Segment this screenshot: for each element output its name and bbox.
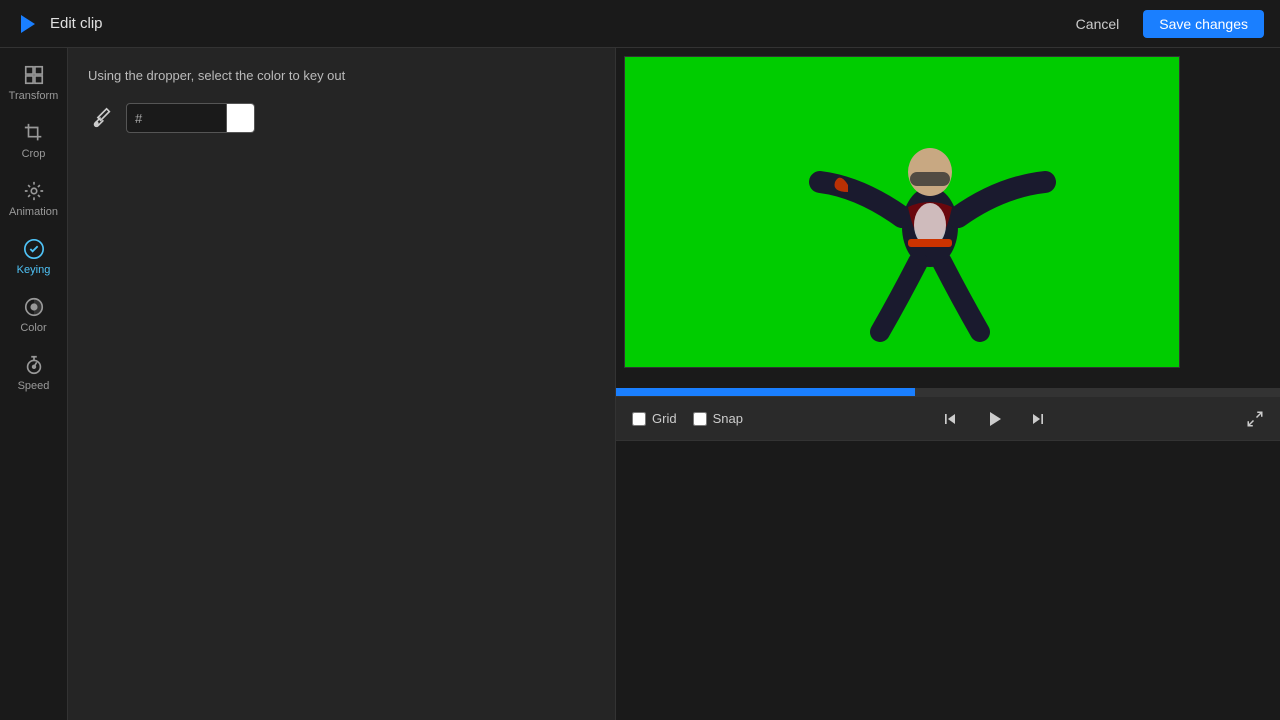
keying-icon	[23, 238, 45, 260]
person-figure	[790, 77, 1070, 357]
sidebar-label-transform: Transform	[9, 90, 59, 102]
skip-start-icon	[940, 409, 960, 429]
play-button[interactable]	[978, 403, 1010, 435]
keying-panel: Using the dropper, select the color to k…	[68, 48, 616, 720]
grid-label: Grid	[652, 411, 677, 426]
timeline-bar[interactable]	[616, 388, 1280, 396]
play-icon	[982, 407, 1006, 431]
skip-end-icon	[1028, 409, 1048, 429]
sidebar-item-crop[interactable]: Crop	[4, 114, 64, 168]
speed-icon	[23, 354, 45, 376]
header-actions: Cancel Save changes	[1062, 10, 1264, 38]
snap-checkbox[interactable]	[693, 412, 707, 426]
cancel-button[interactable]: Cancel	[1062, 10, 1134, 38]
color-icon	[23, 296, 45, 318]
bottom-area	[616, 440, 1280, 720]
grid-checkbox-label[interactable]: Grid	[632, 411, 677, 426]
sidebar-label-keying: Keying	[17, 264, 51, 276]
sidebar-item-transform[interactable]: Transform	[4, 56, 64, 110]
sidebar-label-speed: Speed	[18, 380, 50, 392]
color-hex-input[interactable]	[146, 107, 226, 130]
sidebar-label-crop: Crop	[22, 148, 46, 160]
main-layout: Transform Crop Animation Keying	[0, 48, 1280, 720]
color-swatch[interactable]	[226, 104, 254, 132]
header: Edit clip Cancel Save changes	[0, 0, 1280, 48]
sidebar: Transform Crop Animation Keying	[0, 48, 68, 720]
page-title: Edit clip	[50, 15, 1062, 32]
snap-label: Snap	[713, 411, 743, 426]
expand-icon	[1246, 410, 1264, 428]
snap-checkbox-label[interactable]: Snap	[693, 411, 743, 426]
sidebar-label-color: Color	[20, 322, 46, 334]
sidebar-item-color[interactable]: Color	[4, 288, 64, 342]
panel-instruction: Using the dropper, select the color to k…	[88, 68, 595, 83]
color-hash: #	[127, 107, 146, 130]
expand-button[interactable]	[1246, 410, 1264, 428]
sidebar-item-speed[interactable]: Speed	[4, 346, 64, 400]
save-button[interactable]: Save changes	[1143, 10, 1264, 38]
app-logo	[16, 12, 40, 36]
timeline-progress	[616, 388, 915, 396]
controls-bar: Grid Snap	[616, 396, 1280, 440]
video-preview	[624, 56, 1180, 368]
color-input-group: #	[126, 103, 255, 133]
sidebar-label-animation: Animation	[9, 206, 58, 218]
playback-controls	[759, 403, 1230, 435]
skip-end-button[interactable]	[1022, 403, 1054, 435]
skip-start-button[interactable]	[934, 403, 966, 435]
transform-icon	[23, 64, 45, 86]
sidebar-item-keying[interactable]: Keying	[4, 230, 64, 284]
dropper-row: #	[88, 103, 595, 133]
crop-icon	[23, 122, 45, 144]
video-container	[616, 48, 1280, 388]
sidebar-item-animation[interactable]: Animation	[4, 172, 64, 226]
animation-icon	[23, 180, 45, 202]
grid-checkbox[interactable]	[632, 412, 646, 426]
video-area: Grid Snap	[616, 48, 1280, 720]
dropper-icon[interactable]	[88, 104, 116, 132]
